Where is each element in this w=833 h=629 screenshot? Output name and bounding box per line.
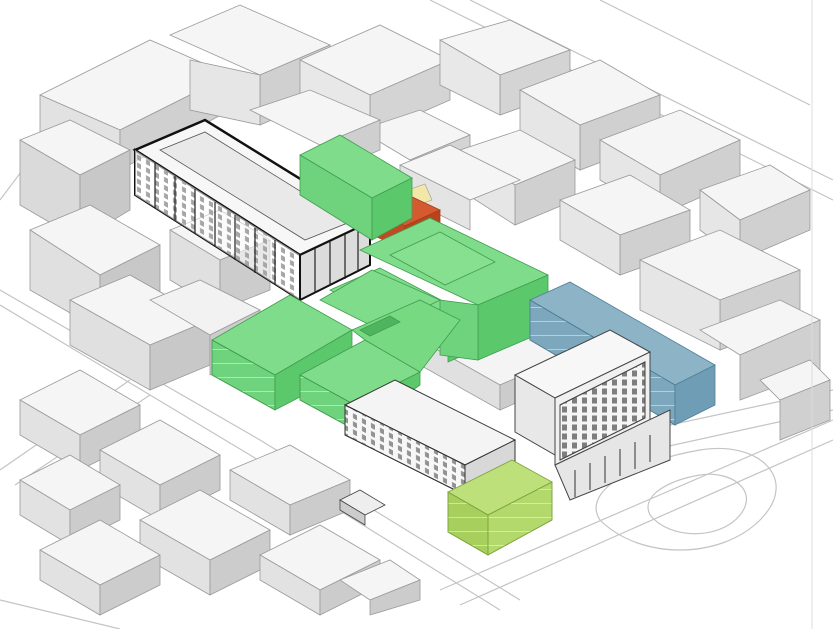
city-block-axonometric — [0, 0, 833, 629]
massing-diagram — [0, 0, 833, 629]
